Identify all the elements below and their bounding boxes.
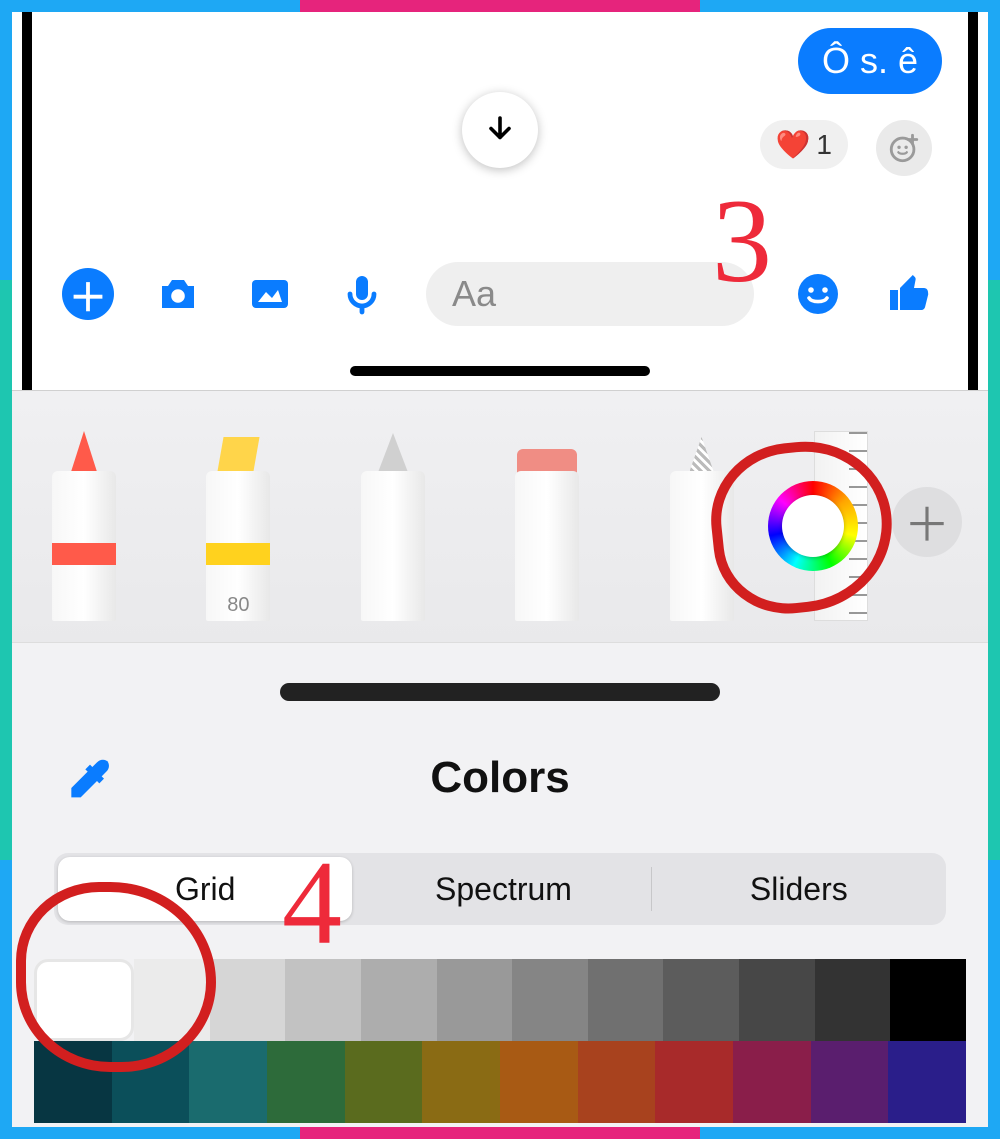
camera-button[interactable] — [150, 266, 206, 322]
phone-frame-left — [22, 12, 32, 390]
color-swatch[interactable] — [189, 1041, 267, 1123]
message-composer: ＋ Aa — [62, 258, 938, 330]
emoji-button[interactable] — [790, 266, 846, 322]
message-bubble[interactable]: Ô s. ê — [798, 28, 942, 94]
color-swatch[interactable] — [422, 1041, 500, 1123]
color-swatch[interactable] — [345, 1041, 423, 1123]
color-swatch[interactable] — [588, 959, 664, 1041]
marker-opacity-label: 80 — [196, 594, 280, 617]
color-swatch[interactable] — [500, 1041, 578, 1123]
reaction-count: 1 — [816, 129, 832, 161]
thumbs-up-icon — [886, 270, 934, 318]
scroll-down-button[interactable] — [462, 92, 538, 168]
color-swatch[interactable] — [815, 959, 891, 1041]
smile-icon — [794, 270, 842, 318]
add-tool-button[interactable]: ＋ — [892, 487, 962, 557]
thumbs-up-button[interactable] — [882, 266, 938, 322]
color-swatch[interactable] — [267, 1041, 345, 1123]
more-actions-button[interactable]: ＋ — [62, 268, 114, 320]
phone-frame-right — [968, 12, 978, 390]
gallery-button[interactable] — [242, 266, 298, 322]
color-swatch[interactable] — [663, 959, 739, 1041]
color-swatch[interactable] — [739, 959, 815, 1041]
image-icon — [246, 270, 294, 318]
sheet-grabber[interactable] — [280, 683, 720, 701]
annotation-step-3: 3 — [712, 172, 772, 310]
annotation-step-4: 4 — [282, 834, 342, 972]
mic-button[interactable] — [334, 266, 390, 322]
color-swatch[interactable] — [655, 1041, 733, 1123]
tab-sliders[interactable]: Sliders — [652, 853, 946, 925]
heart-icon: ❤️ — [776, 128, 811, 161]
tab-spectrum[interactable]: Spectrum — [356, 853, 650, 925]
marker-tool[interactable]: 80 — [196, 431, 280, 621]
microphone-icon — [338, 270, 386, 318]
panel-title: Colors — [12, 753, 988, 803]
eraser-tool[interactable] — [505, 431, 589, 621]
color-swatch[interactable] — [437, 959, 513, 1041]
camera-icon — [154, 270, 202, 318]
color-swatch[interactable] — [890, 959, 966, 1041]
color-swatch[interactable] — [512, 959, 588, 1041]
emoji-plus-icon — [887, 131, 921, 165]
color-swatch[interactable] — [888, 1041, 966, 1123]
color-swatch[interactable] — [210, 959, 286, 1041]
arrow-down-icon — [482, 112, 518, 148]
pencil-tool[interactable] — [351, 431, 435, 621]
messenger-area: Ô s. ê ❤️ 1 ＋ — [42, 12, 958, 390]
message-input[interactable]: Aa — [426, 262, 754, 326]
reaction-pill[interactable]: ❤️ 1 — [760, 120, 848, 169]
pen-tool[interactable] — [42, 431, 126, 621]
color-swatch[interactable] — [361, 959, 437, 1041]
color-swatch[interactable] — [578, 1041, 656, 1123]
input-placeholder: Aa — [452, 273, 496, 315]
home-indicator — [350, 366, 650, 376]
color-swatch[interactable] — [733, 1041, 811, 1123]
color-swatch[interactable] — [811, 1041, 889, 1123]
add-reaction-button[interactable] — [876, 120, 932, 176]
